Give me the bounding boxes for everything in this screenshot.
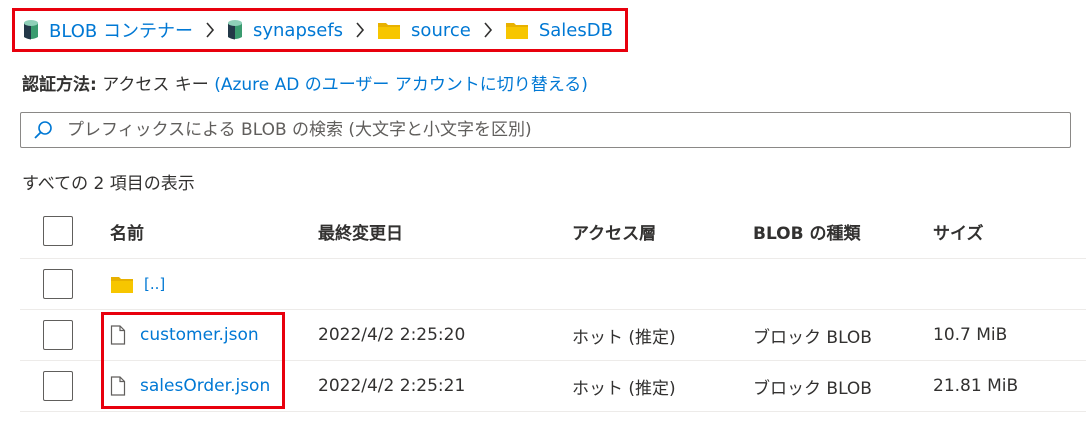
row-checkbox[interactable]: [43, 269, 73, 299]
column-header-size[interactable]: サイズ: [933, 204, 984, 258]
row-modified: 2022/4/2 2:25:21: [318, 376, 466, 396]
row-size: 10.7 MiB: [933, 325, 1008, 345]
container-icon: [23, 19, 39, 41]
breadcrumb-label: synapsefs: [252, 19, 344, 41]
breadcrumb-item-blob-containers[interactable]: BLOB コンテナー: [23, 17, 193, 43]
breadcrumb-label: source: [411, 19, 471, 41]
row-name[interactable]: customer.json: [140, 325, 259, 345]
search-input[interactable]: [65, 119, 1070, 141]
parent-folder-link[interactable]: [..]: [110, 259, 165, 309]
auth-method: 認証方法: アクセス キー (Azure AD のユーザー アカウントに切り替え…: [22, 70, 588, 95]
folder-icon: [110, 274, 134, 294]
table-header: 名前 最終変更日 アクセス層 BLOB の種類 サイズ: [20, 204, 1086, 259]
folder-icon: [505, 20, 529, 40]
table-row[interactable]: salesOrder.json 2022/4/2 2:25:21 ホット (推定…: [20, 361, 1086, 412]
breadcrumb-label: SalesDB: [538, 19, 613, 41]
table-row[interactable]: [..]: [20, 259, 1086, 310]
chevron-right-icon: [355, 22, 365, 38]
row-checkbox[interactable]: [43, 320, 73, 350]
select-all-checkbox[interactable]: [43, 216, 73, 246]
table-row[interactable]: customer.json 2022/4/2 2:25:20 ホット (推定) …: [20, 310, 1086, 361]
chevron-right-icon: [483, 22, 493, 38]
row-type: ブロック BLOB: [753, 378, 872, 399]
file-icon: [110, 376, 126, 396]
row-tier: ホット (推定): [572, 327, 676, 348]
blob-table: 名前 最終変更日 アクセス層 BLOB の種類 サイズ [..] custome…: [20, 204, 1086, 412]
container-icon: [227, 19, 243, 41]
blob-link-sales-order[interactable]: salesOrder.json: [110, 361, 270, 411]
column-header-blob-type[interactable]: BLOB の種類: [753, 204, 861, 258]
breadcrumb: BLOB コンテナー synapsefs source SalesDB: [12, 8, 628, 52]
row-tier: ホット (推定): [572, 378, 676, 399]
chevron-right-icon: [205, 22, 215, 38]
breadcrumb-label: BLOB コンテナー: [49, 21, 193, 42]
row-name[interactable]: [..]: [144, 275, 165, 293]
folder-icon: [377, 20, 401, 40]
search-box: [20, 112, 1071, 148]
row-size: 21.81 MiB: [933, 376, 1019, 396]
item-count: すべての 2 項目の表示: [22, 174, 195, 194]
file-icon: [110, 325, 126, 345]
switch-to-azure-ad-link[interactable]: (Azure AD のユーザー アカウントに切り替える): [214, 75, 588, 95]
breadcrumb-item-salesdb[interactable]: SalesDB: [505, 20, 613, 41]
auth-method-label: 認証方法:: [22, 75, 97, 95]
row-modified: 2022/4/2 2:25:20: [318, 325, 466, 345]
search-icon: [33, 120, 53, 140]
row-type: ブロック BLOB: [753, 327, 872, 348]
breadcrumb-item-source[interactable]: source: [377, 20, 471, 41]
column-header-name[interactable]: 名前: [110, 204, 144, 258]
auth-method-value: アクセス キー: [102, 75, 209, 95]
breadcrumb-item-synapsefs[interactable]: synapsefs: [227, 19, 343, 41]
column-header-access-tier[interactable]: アクセス層: [572, 204, 656, 258]
row-checkbox[interactable]: [43, 371, 73, 401]
column-header-modified[interactable]: 最終変更日: [318, 204, 403, 258]
row-name[interactable]: salesOrder.json: [140, 376, 270, 396]
blob-link-customer[interactable]: customer.json: [110, 310, 259, 360]
